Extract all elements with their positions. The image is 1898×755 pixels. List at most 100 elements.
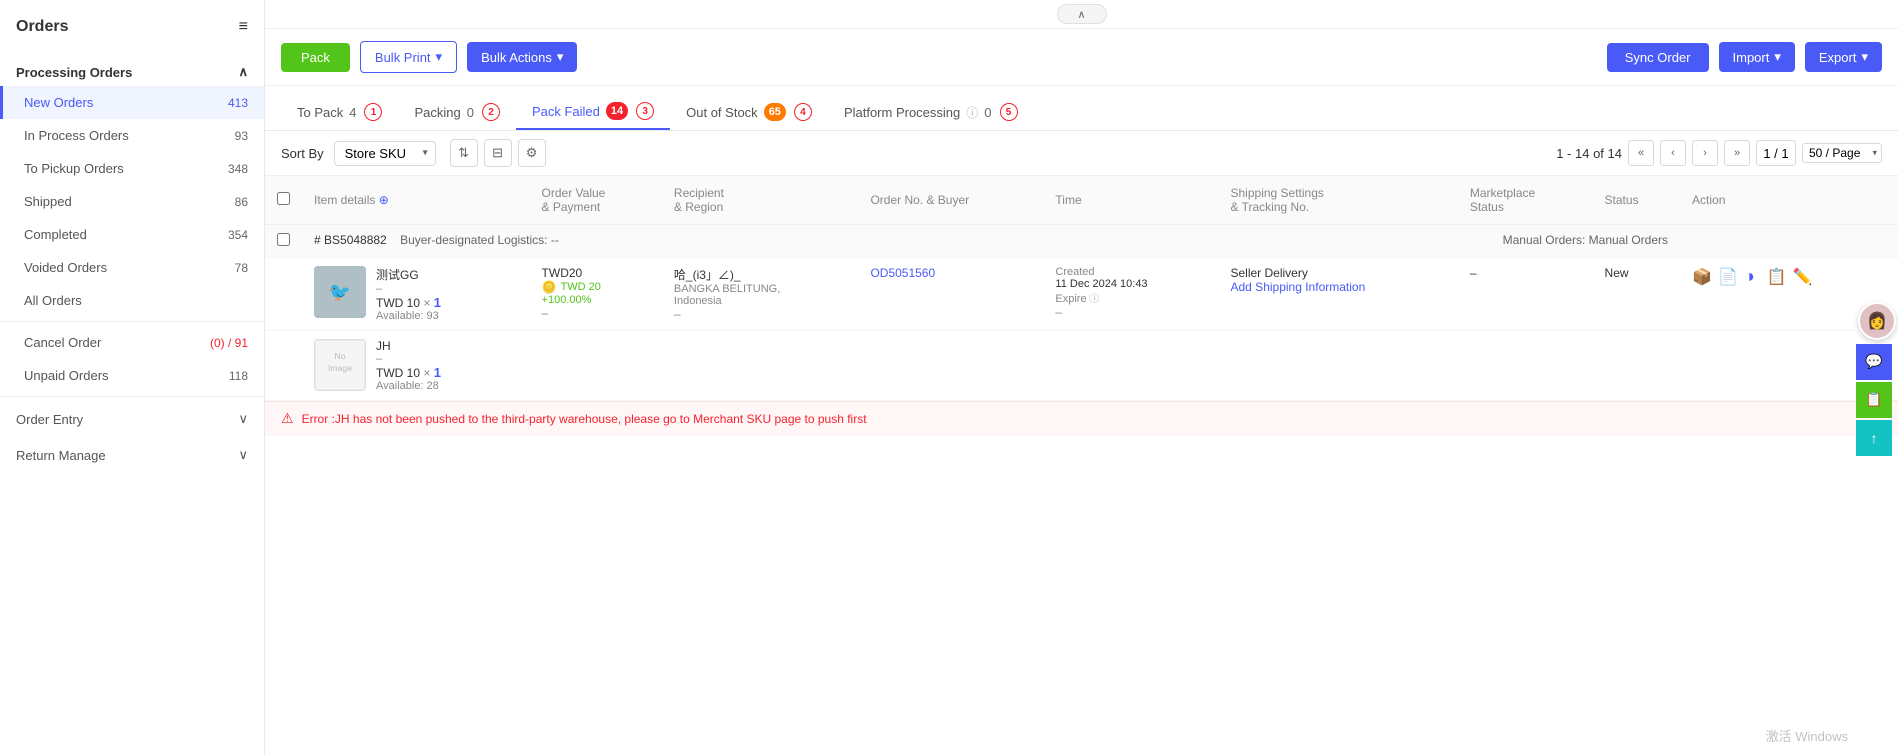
marketplace2-status-cell [1458, 331, 1593, 401]
tab-label: Packing [414, 105, 460, 120]
time2-cell [1043, 331, 1218, 401]
sidebar-item-all-orders[interactable]: All Orders [0, 284, 264, 317]
add-column-icon[interactable]: ⊕ [379, 193, 389, 207]
tab-to-pack[interactable]: To Pack 4 1 [281, 95, 398, 129]
page-input[interactable] [1756, 140, 1796, 166]
float-avatar[interactable]: 👩 [1856, 300, 1898, 342]
select-all-checkbox[interactable] [277, 192, 290, 205]
sort-select-wrap[interactable]: Store SKU [334, 141, 436, 166]
product-checkbox-cell [265, 258, 302, 331]
action-bar: Pack Bulk Print ▾ Bulk Actions ▾ Sync Or… [265, 29, 1898, 86]
sidebar-item-label: To Pickup Orders [24, 161, 124, 176]
sort-select[interactable]: Store SKU [334, 141, 436, 166]
th-shipping: Shipping Settings& Tracking No. [1219, 176, 1458, 225]
export-button[interactable]: Export ▾ [1805, 42, 1882, 72]
marketplace-status: – [1470, 266, 1477, 280]
sidebar-item-unpaid[interactable]: Unpaid Orders 118 [0, 359, 264, 392]
tab-count: 0 [984, 105, 991, 120]
sidebar-item-to-pickup[interactable]: To Pickup Orders 348 [0, 152, 264, 185]
th-marketplace: MarketplaceStatus [1458, 176, 1593, 225]
tab-out-of-stock[interactable]: Out of Stock 65 4 [670, 95, 828, 129]
table-row: 🐦 测试GG – TWD 10 × 1 [265, 258, 1898, 331]
expire-label: Expire ⓘ [1055, 290, 1206, 305]
sidebar-item-voided[interactable]: Voided Orders 78 [0, 251, 264, 284]
order-entry-label: Order Entry [16, 412, 83, 427]
sidebar-item-new-orders[interactable]: New Orders 413 [0, 86, 264, 119]
coin-icon: 🪙 [542, 280, 557, 294]
order-id: # BS5048882 [314, 233, 387, 247]
tab-packing[interactable]: Packing 0 2 [398, 95, 515, 129]
sidebar-item-label: Shipped [24, 194, 72, 209]
product2-info: JH – TWD 10 × 1 Available: 28 [376, 339, 441, 392]
order-checkbox[interactable] [277, 233, 290, 246]
float-green-button[interactable]: 📋 [1856, 382, 1892, 418]
sidebar-item-cancel-order[interactable]: Cancel Order (0) / 91 [0, 326, 264, 359]
qty2-x: × [423, 366, 433, 380]
orders-table: Item details ⊕ Order Value& Payment Reci… [265, 176, 1898, 436]
float-chat-button[interactable]: 💬 [1856, 344, 1892, 380]
import-label: Import [1733, 50, 1770, 65]
pack-button[interactable]: Pack [281, 43, 350, 72]
order-no-link[interactable]: OD5051560 [870, 266, 935, 280]
prev-page-button[interactable]: ‹ [1660, 140, 1686, 166]
doc-icon[interactable]: 📄 [1718, 267, 1738, 287]
order-status: New [1605, 266, 1629, 280]
product2-cell: No Image JH – TWD 10 × 1 [314, 339, 518, 392]
product-cell: 🐦 测试GG – TWD 10 × 1 [314, 266, 518, 322]
sidebar-item-label: Completed [24, 227, 87, 242]
qty-x: × [423, 296, 433, 310]
th-order-no: Order No. & Buyer [858, 176, 1043, 225]
order-percent: +100.00% [542, 294, 650, 306]
tab-platform-processing[interactable]: Platform Processing ⓘ 0 5 [828, 95, 1034, 129]
add-shipping-link[interactable]: Add Shipping Information [1231, 280, 1366, 294]
filter-icon[interactable]: ⊟ [484, 139, 512, 167]
sidebar-item-label: Unpaid Orders [24, 368, 109, 383]
next-page-button[interactable]: › [1692, 140, 1718, 166]
page-size-wrap[interactable]: 50 / Page [1802, 143, 1882, 163]
box-icon[interactable]: 📦 [1692, 267, 1712, 287]
product2-checkbox-cell [265, 331, 302, 401]
menu-icon[interactable]: ≡ [239, 18, 248, 36]
sidebar-item-completed[interactable]: Completed 354 [0, 218, 264, 251]
recipient-name: 哈_(i3」∠)_ [674, 266, 847, 283]
filter-icons: ⇅ ⊟ ⚙ [450, 139, 546, 167]
page-size-select[interactable]: 50 / Page [1802, 143, 1882, 163]
sidebar-return-manage[interactable]: Return Manage ∨ [0, 437, 264, 473]
settings-icon[interactable]: ⚙ [518, 139, 546, 167]
sidebar-order-entry[interactable]: Order Entry ∨ [0, 401, 264, 437]
error-message: ⚠ Error :JH has not been pushed to the t… [265, 401, 1898, 435]
list-icon[interactable]: 📋 [1767, 267, 1787, 287]
recipient-region: BANGKA BELITUNG,Indonesia [674, 283, 847, 307]
bulk-print-button[interactable]: Bulk Print ▾ [360, 41, 457, 73]
error-icon: ⚠ [281, 410, 294, 427]
svg-text:No: No [334, 351, 345, 361]
circle-icon[interactable]: ◑ [1744, 266, 1755, 287]
sidebar-item-in-process[interactable]: In Process Orders 93 [0, 119, 264, 152]
collapse-button[interactable]: ∧ [1057, 4, 1107, 24]
sidebar-item-label: New Orders [24, 95, 93, 110]
tabs-bar: To Pack 4 1 Packing 0 2 Pack Failed 14 3… [265, 86, 1898, 131]
order-value-detail: 🪙 TWD 20 [542, 280, 650, 294]
import-button[interactable]: Import ▾ [1719, 42, 1795, 72]
order-type: Manual Orders: Manual Orders [1503, 233, 1668, 247]
sidebar-item-label: Voided Orders [24, 260, 107, 275]
recipient2-cell [662, 331, 859, 401]
th-status: Status [1593, 176, 1680, 225]
edit-icon[interactable]: ✏️ [1793, 267, 1813, 287]
time-cell: Created 11 Dec 2024 10:43 Expire ⓘ – [1043, 258, 1218, 331]
sort-icon[interactable]: ⇅ [450, 139, 478, 167]
sync-order-button[interactable]: Sync Order [1607, 43, 1709, 72]
tab-pack-failed[interactable]: Pack Failed 14 3 [516, 94, 670, 130]
th-checkbox [265, 176, 302, 225]
th-action: Action [1680, 176, 1898, 225]
float-teal-button[interactable]: ↑ [1856, 420, 1892, 456]
pagination-range: 1 - 14 of 14 [1556, 146, 1622, 161]
first-page-button[interactable]: « [1628, 140, 1654, 166]
last-page-button[interactable]: » [1724, 140, 1750, 166]
processing-orders-section[interactable]: Processing Orders ∧ [0, 54, 264, 86]
sidebar-item-shipped[interactable]: Shipped 86 [0, 185, 264, 218]
pack-failed-badge: 14 [606, 102, 628, 120]
bulk-actions-button[interactable]: Bulk Actions ▾ [467, 42, 577, 72]
floating-sidebar: 👩 💬 📋 ↑ [1856, 300, 1898, 456]
expire-value: – [1055, 305, 1206, 319]
